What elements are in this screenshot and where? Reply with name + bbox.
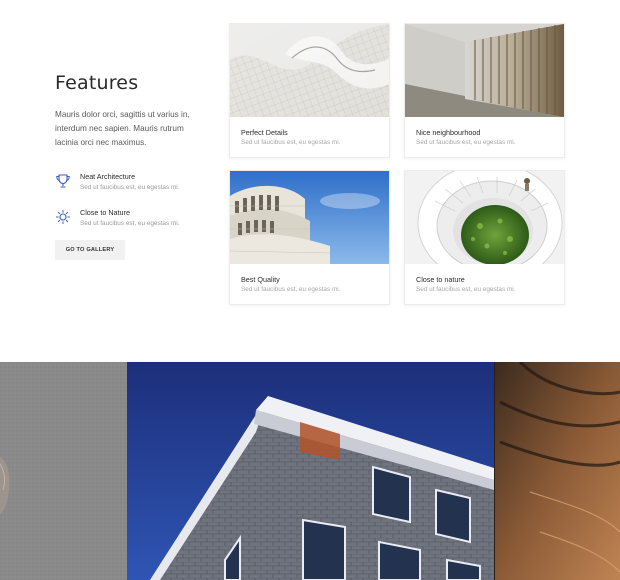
gallery-banner [0,362,620,580]
features-intro: Features Mauris dolor orci, sagittis ut … [55,72,205,260]
card-title: Close to nature [416,275,465,284]
card-perfect-details[interactable]: Perfect Details Sed ut faucibus est, eu … [229,23,390,158]
features-title: Features [55,72,139,94]
gallery-image [0,362,620,580]
card-image [230,24,389,117]
card-title: Perfect Details [241,128,288,137]
feature-title: Close to Nature [80,208,130,217]
card-subtitle: Sed ut faucibus est, eu egestas mi. [416,286,516,293]
feature-item-nature: Close to Nature Sed ut faucibus est, eu … [55,208,179,229]
card-image [405,24,564,117]
card-subtitle: Sed ut faucibus est, eu egestas mi. [241,286,341,293]
features-description: Mauris dolor orci, sagittis ut varius in… [55,110,190,147]
feature-subtitle: Sed ut faucibus est, eu egestas mi. [80,184,180,191]
card-close-to-nature[interactable]: Close to nature Sed ut faucibus est, eu … [404,170,565,305]
sun-icon [55,209,71,225]
card-title: Nice neighbourhood [416,128,481,137]
card-nice-neighbourhood[interactable]: Nice neighbourhood Sed ut faucibus est, … [404,23,565,158]
card-image [230,171,389,264]
card-image [405,171,564,264]
card-best-quality[interactable]: Best Quality Sed ut faucibus est, eu ege… [229,170,390,305]
go-to-gallery-button[interactable]: GO TO GALLERY [55,240,125,260]
feature-title: Neat Architecture [80,172,136,181]
card-subtitle: Sed ut faucibus est, eu egestas mi. [416,139,516,146]
features-section: Features Mauris dolor orci, sagittis ut … [0,0,620,362]
feature-item-architecture: Neat Architecture Sed ut faucibus est, e… [55,172,179,193]
card-title: Best Quality [241,275,280,284]
trophy-icon [55,173,71,189]
card-subtitle: Sed ut faucibus est, eu egestas mi. [241,139,341,146]
feature-subtitle: Sed ut faucibus est, eu egestas mi. [80,220,180,227]
